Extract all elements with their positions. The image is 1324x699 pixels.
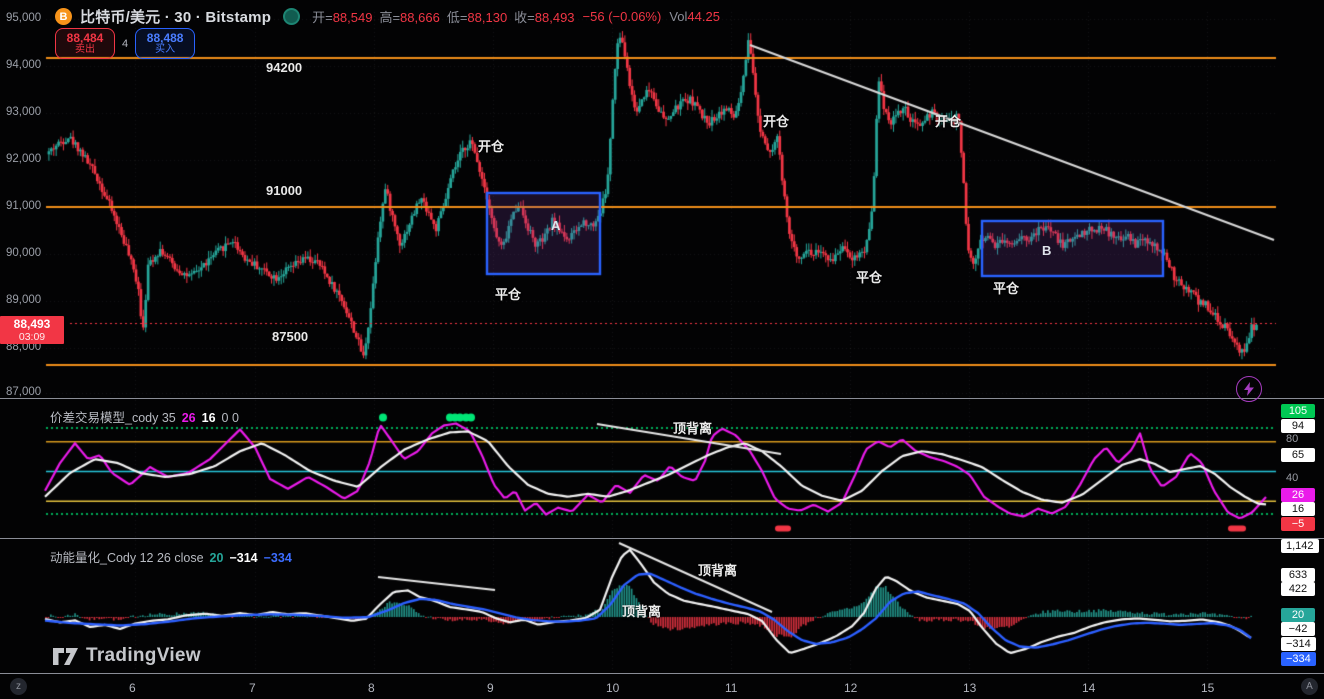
indicator2-axis-label: −42 [1281,622,1315,636]
price-axis-label: 92,000 [6,153,46,165]
tradingview-logo-icon [52,647,79,666]
spread-value: 4 [122,38,128,50]
trade-annotation[interactable]: 平仓 [495,284,521,303]
time-axis-label: 9 [487,681,494,695]
tradingview-logo[interactable]: TradingView [52,645,201,667]
box-label[interactable]: A [551,218,560,233]
chart-legend: B 比特币/美元 · 30 · Bitstamp 开=88,549 高=88,66… [55,6,720,27]
indicator2-axis-label: 422 [1281,582,1315,596]
buy-button[interactable]: 88,488 买入 [135,28,195,59]
ohlc-item: 开=88,549 [312,7,372,26]
time-axis-label: 10 [606,681,619,695]
price-level-label[interactable]: 91000 [266,183,302,198]
indicator2-axis-label: 633 [1281,568,1315,582]
timezone-button[interactable]: z [10,678,27,695]
divergence-label[interactable]: 顶背离 [673,418,712,437]
divergence-label[interactable]: 顶背离 [622,601,661,620]
indicator1-axis-label: −5 [1281,517,1315,531]
indicator1-axis-label: 16 [1281,502,1315,516]
time-axis-label: 7 [249,681,256,695]
indicator1-axis-label: 65 [1281,448,1315,462]
trade-panel: 88,484 卖出 4 88,488 买入 [55,28,195,59]
time-axis-label: 13 [963,681,976,695]
price-level-label[interactable]: 87500 [272,329,308,344]
time-axis-label: 15 [1201,681,1214,695]
time-axis-separator [0,673,1324,674]
symbol-title[interactable]: 比特币/美元 · 30 · Bitstamp [80,6,271,27]
trade-annotation[interactable]: 平仓 [993,278,1019,297]
indicator1-axis-label: 40 [1281,472,1303,484]
market-status-icon[interactable] [283,8,300,25]
ohlc-item: 低=88,130 [447,7,507,26]
time-axis-label: 12 [844,681,857,695]
time-axis-label: 11 [725,681,737,695]
lightning-icon [1243,382,1255,396]
trade-annotation[interactable]: 平仓 [856,267,882,286]
price-axis-label: 90,000 [6,247,46,259]
panel-separator-2[interactable] [0,538,1324,539]
indicator2-axis-label: 20 [1281,608,1315,622]
indicator1-legend[interactable]: 价差交易模型_cody 35 26 16 0 0 [50,407,239,426]
trade-annotation[interactable]: 开仓 [763,111,789,130]
indicator2-legend[interactable]: 动能量化_Cody 12 26 close 20 −314 −334 [50,547,292,566]
bitcoin-icon: B [55,8,72,25]
price-axis-label: 87,000 [6,386,46,398]
tradingview-chart-window: B 比特币/美元 · 30 · Bitstamp 开=88,549 高=88,66… [0,0,1324,699]
box-label[interactable]: B [1042,243,1051,258]
indicator1-axis-label: 105 [1281,404,1315,418]
change-value: −56 (−0.06%) [583,9,662,24]
price-level-label[interactable]: 94200 [266,60,302,75]
last-price-tag: 88,493 03:09 [0,316,64,344]
price-axis-label: 93,000 [6,106,46,118]
indicator1-axis-label: 80 [1281,433,1303,445]
divergence-label[interactable]: 顶背离 [698,560,737,579]
trade-annotation[interactable]: 开仓 [935,111,961,130]
ohlc-item: 高=88,666 [379,7,439,26]
time-axis-label: 6 [129,681,136,695]
volume-value: Vol44.25 [669,9,720,24]
main-chart-canvas[interactable] [0,0,1324,699]
indicator1-axis-label: 94 [1281,419,1315,433]
indicator2-axis-label: −334 [1281,652,1316,666]
price-axis-label: 95,000 [6,12,46,24]
price-axis-label: 94,000 [6,59,46,71]
volume-label: Vol [669,9,687,24]
price-axis-label: 91,000 [6,200,46,212]
lightning-button[interactable] [1236,376,1262,402]
panel-separator-1[interactable] [0,398,1324,399]
indicator2-axis-label: −314 [1281,637,1316,651]
time-axis-label: 14 [1082,681,1095,695]
tradingview-logo-text: TradingView [86,645,201,667]
price-axis-label: 89,000 [6,294,46,306]
trade-annotation[interactable]: 开仓 [478,136,504,155]
time-axis-label: 8 [368,681,375,695]
indicator1-axis-label: 26 [1281,488,1315,502]
sell-button[interactable]: 88,484 卖出 [55,28,115,59]
auto-scale-button[interactable]: A [1301,678,1318,695]
ohlc-item: 收=88,493 [514,7,574,26]
indicator2-axis-label: 1,142 [1281,539,1319,553]
ohlc-values: 开=88,549 高=88,666 低=88,130 收=88,493 [312,7,574,26]
